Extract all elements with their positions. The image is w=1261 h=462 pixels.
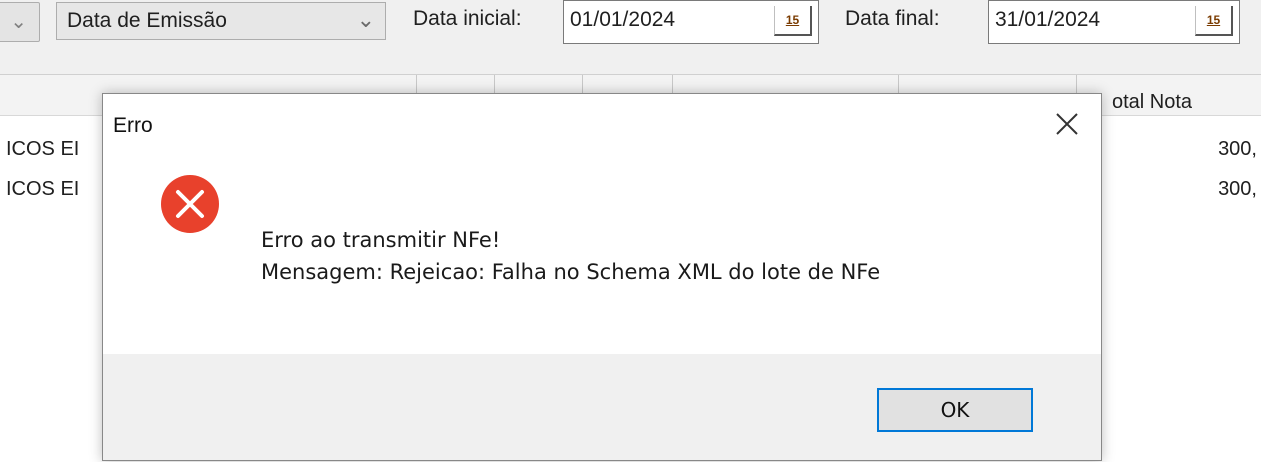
end-date-input[interactable]: 31/01/2024 15 — [988, 0, 1240, 44]
date-field-select-value: Data de Emissão — [67, 9, 227, 32]
close-icon[interactable] — [1051, 108, 1083, 140]
start-date-label: Data inicial: — [413, 7, 522, 30]
chevron-down-icon: ⌄ — [10, 11, 27, 33]
start-date-value: 01/01/2024 — [570, 8, 676, 31]
row-2-name[interactable]: ICOS EI — [6, 178, 79, 201]
start-date-input[interactable]: 01/01/2024 15 — [563, 0, 819, 44]
filter-toolbar: ⌄ Data de Emissão ⌄ Data inicial: 01/01/… — [0, 0, 1261, 74]
error-x-icon — [161, 175, 219, 233]
column-title-total-nota[interactable]: otal Nota — [1112, 91, 1192, 114]
chevron-down-icon: ⌄ — [356, 7, 375, 32]
error-message-line-2: Mensagem: Rejeicao: Falha no Schema XML … — [261, 260, 881, 284]
end-date-value: 31/01/2024 — [995, 8, 1101, 31]
row-1-name[interactable]: ICOS EI — [6, 138, 79, 161]
date-field-select[interactable]: Data de Emissão ⌄ — [56, 2, 386, 40]
error-message-line-1: Erro ao transmitir NFe! — [261, 228, 501, 252]
calendar-icon[interactable]: 15 — [1195, 6, 1233, 36]
dialog-body — [103, 154, 1101, 354]
ok-button[interactable]: OK — [877, 388, 1033, 432]
dialog-footer: OK — [103, 354, 1101, 460]
dialog-title: Erro — [113, 114, 153, 137]
error-dialog: Erro Erro ao transmitir NFe! Mensagem: R… — [102, 93, 1102, 461]
calendar-icon[interactable]: 15 — [774, 6, 812, 36]
partial-combo[interactable]: ⌄ — [0, 2, 40, 42]
row-2-total[interactable]: 300, — [1218, 178, 1257, 201]
row-1-total[interactable]: 300, — [1218, 138, 1257, 161]
end-date-label: Data final: — [845, 7, 940, 30]
